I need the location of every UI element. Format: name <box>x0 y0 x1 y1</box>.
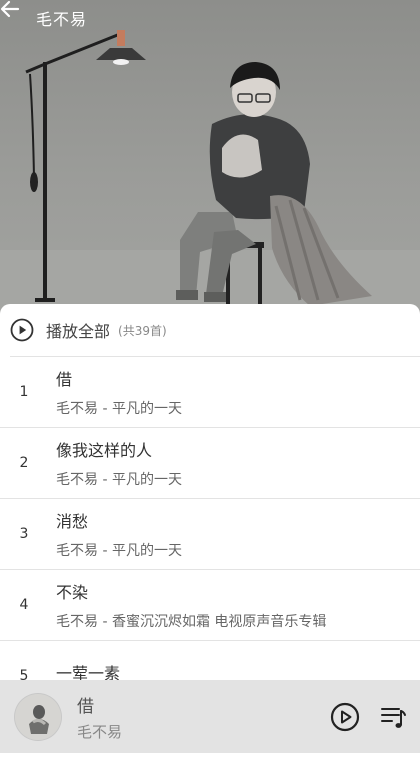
play-circle-icon <box>10 318 34 342</box>
song-subtitle: 毛不易 - 平凡的一天 <box>56 401 182 417</box>
song-index: 3 <box>19 526 29 542</box>
arrow-left-icon <box>0 0 20 18</box>
bottom-strip <box>0 753 420 766</box>
song-subtitle: 毛不易 - 香蜜沉沉烬如霜 电视原声音乐专辑 <box>56 614 327 630</box>
song-title: 不染 <box>56 583 89 602</box>
song-count: (共39首) <box>118 323 167 338</box>
artist-photo <box>0 30 420 320</box>
back-button[interactable] <box>0 0 36 36</box>
song-row[interactable]: 3 消愁 毛不易 - 平凡的一天 <box>0 499 420 570</box>
play-circle-icon <box>330 702 360 731</box>
page-title: 毛不易 <box>36 10 88 29</box>
now-playing-artist: 毛不易 <box>77 722 123 741</box>
song-row[interactable]: 2 像我这样的人 毛不易 - 平凡的一天 <box>0 428 420 499</box>
play-button[interactable] <box>328 700 362 734</box>
now-playing-title: 借 <box>77 696 94 717</box>
song-index: 1 <box>19 384 29 400</box>
song-list-panel: 播放全部 (共39首) 1 借 毛不易 - 平凡的一天 2 像我这样的人 毛不易… <box>0 304 420 680</box>
song-title: 消愁 <box>56 512 89 531</box>
artist-hero-image: 毛不易 <box>0 0 420 320</box>
song-row[interactable]: 4 不染 毛不易 - 香蜜沉沉烬如霜 电视原声音乐专辑 <box>0 570 420 641</box>
song-title: 像我这样的人 <box>56 441 153 460</box>
song-subtitle: 毛不易 - 平凡的一天 <box>56 472 182 488</box>
song-index: 2 <box>19 455 29 471</box>
song-title: 一荤一素 <box>56 664 121 680</box>
album-cover-image <box>15 693 61 740</box>
song-index: 4 <box>19 597 29 613</box>
play-all-label: 播放全部 <box>46 322 111 341</box>
playlist-button[interactable] <box>376 700 410 734</box>
song-row[interactable]: 5 一荤一素 <box>0 641 420 680</box>
song-row[interactable]: 1 借 毛不易 - 平凡的一天 <box>0 357 420 428</box>
album-cover[interactable] <box>15 693 61 740</box>
song-title: 借 <box>56 370 73 389</box>
song-subtitle: 毛不易 - 平凡的一天 <box>56 543 182 559</box>
song-index: 5 <box>19 668 29 680</box>
play-all-button[interactable]: 播放全部 (共39首) <box>10 304 420 357</box>
playlist-icon <box>381 707 406 728</box>
top-bar: 毛不易 <box>0 0 420 36</box>
mini-player[interactable]: 借 毛不易 <box>0 680 420 753</box>
